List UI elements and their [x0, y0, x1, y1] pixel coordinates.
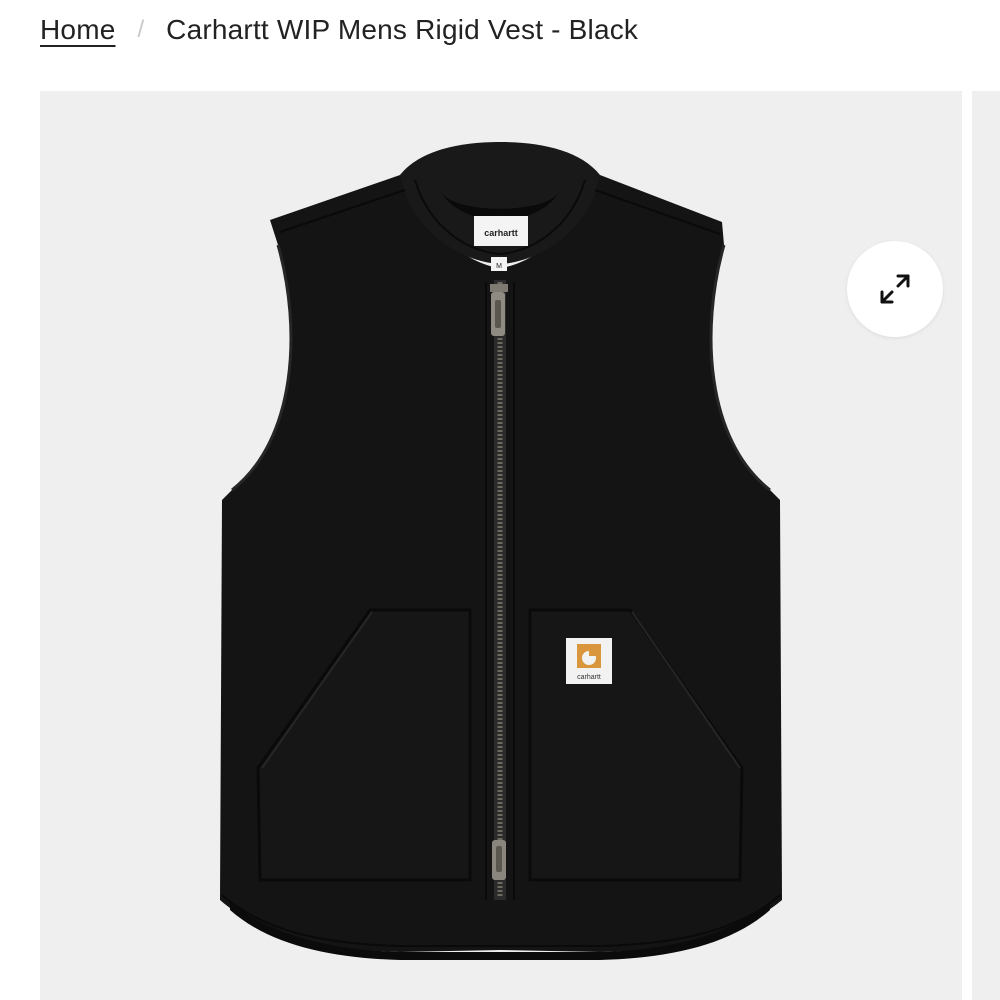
svg-text:carhartt: carhartt — [484, 228, 518, 238]
breadcrumb-home-link[interactable]: Home — [40, 14, 116, 46]
product-image-gallery[interactable]: carhartt M carhartt — [40, 91, 962, 1000]
breadcrumb-separator: / — [137, 16, 145, 43]
expand-arrows-icon — [880, 274, 910, 304]
breadcrumb-current-page: Carhartt WIP Mens Rigid Vest - Black — [166, 14, 639, 45]
expand-image-button[interactable] — [847, 241, 943, 337]
breadcrumb: Home / Carhartt WIP Mens Rigid Vest - Bl… — [40, 8, 638, 52]
svg-text:carhartt: carhartt — [577, 674, 601, 681]
product-image-vest: carhartt M carhartt — [220, 142, 782, 960]
svg-text:M: M — [496, 263, 502, 270]
next-product-image-peek[interactable] — [972, 91, 1000, 1000]
